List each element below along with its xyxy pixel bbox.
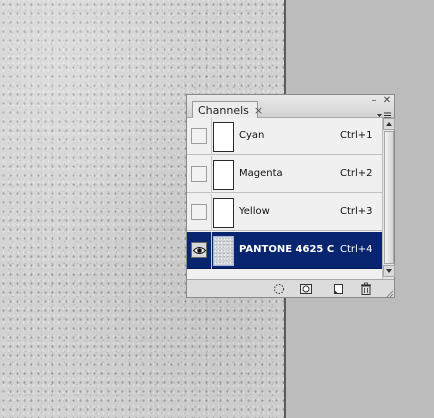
channel-name: Cyan — [239, 130, 265, 141]
visibility-toggle[interactable] — [191, 166, 207, 182]
channel-shortcut: Ctrl+1 — [340, 130, 373, 141]
channel-thumbnail — [213, 122, 234, 152]
channel-row-pantone[interactable]: PANTONE 4625 C Ctrl+4 — [187, 232, 382, 269]
row-divider — [211, 194, 212, 231]
channel-thumbnail — [213, 160, 234, 190]
channel-thumbnail — [213, 236, 234, 266]
row-divider — [211, 118, 212, 155]
channel-shortcut: Ctrl+3 — [340, 206, 373, 217]
channel-name: PANTONE 4625 C — [239, 244, 335, 255]
channel-name: Yellow — [239, 206, 270, 217]
panel-footer — [187, 279, 394, 297]
channel-row-magenta[interactable]: Magenta Ctrl+2 — [187, 156, 382, 193]
channel-shortcut: Ctrl+2 — [340, 168, 373, 179]
load-selection-icon[interactable] — [272, 282, 286, 296]
channel-thumbnail — [213, 198, 234, 228]
visibility-toggle[interactable] — [191, 204, 207, 220]
eye-icon — [193, 247, 206, 254]
minimize-icon[interactable]: – — [369, 96, 379, 106]
new-channel-icon[interactable] — [331, 282, 345, 296]
channel-list: Cyan Ctrl+1 Magenta Ctrl+2 Yellow Ctrl+3 — [187, 118, 382, 279]
channel-row-yellow[interactable]: Yellow Ctrl+3 — [187, 194, 382, 231]
scroll-thumb[interactable] — [384, 131, 394, 264]
channel-name: Magenta — [239, 168, 283, 179]
save-selection-icon[interactable] — [299, 282, 313, 296]
tab-close-icon[interactable]: × — [254, 105, 263, 116]
panel-header: Channels × – ✕ — [187, 95, 394, 119]
delete-channel-icon[interactable] — [359, 282, 373, 296]
close-icon[interactable]: ✕ — [382, 96, 392, 106]
scroll-up-arrow-icon[interactable] — [383, 118, 395, 130]
tab-label: Channels — [198, 104, 249, 117]
panel-menu-icon[interactable] — [377, 110, 391, 119]
channel-row-cyan[interactable]: Cyan Ctrl+1 — [187, 118, 382, 155]
visibility-toggle[interactable] — [191, 128, 207, 144]
visibility-toggle[interactable] — [191, 242, 207, 258]
row-divider — [211, 232, 212, 269]
channel-shortcut: Ctrl+4 — [340, 244, 373, 255]
resize-grip-icon[interactable] — [385, 288, 394, 298]
vertical-scrollbar[interactable] — [382, 118, 395, 279]
channels-panel: Channels × – ✕ Cyan Ctrl+1 Magenta Ctrl+… — [186, 94, 395, 298]
tab-channels[interactable]: Channels × — [192, 101, 263, 119]
row-divider — [211, 156, 212, 193]
scroll-down-arrow-icon[interactable] — [383, 265, 395, 277]
